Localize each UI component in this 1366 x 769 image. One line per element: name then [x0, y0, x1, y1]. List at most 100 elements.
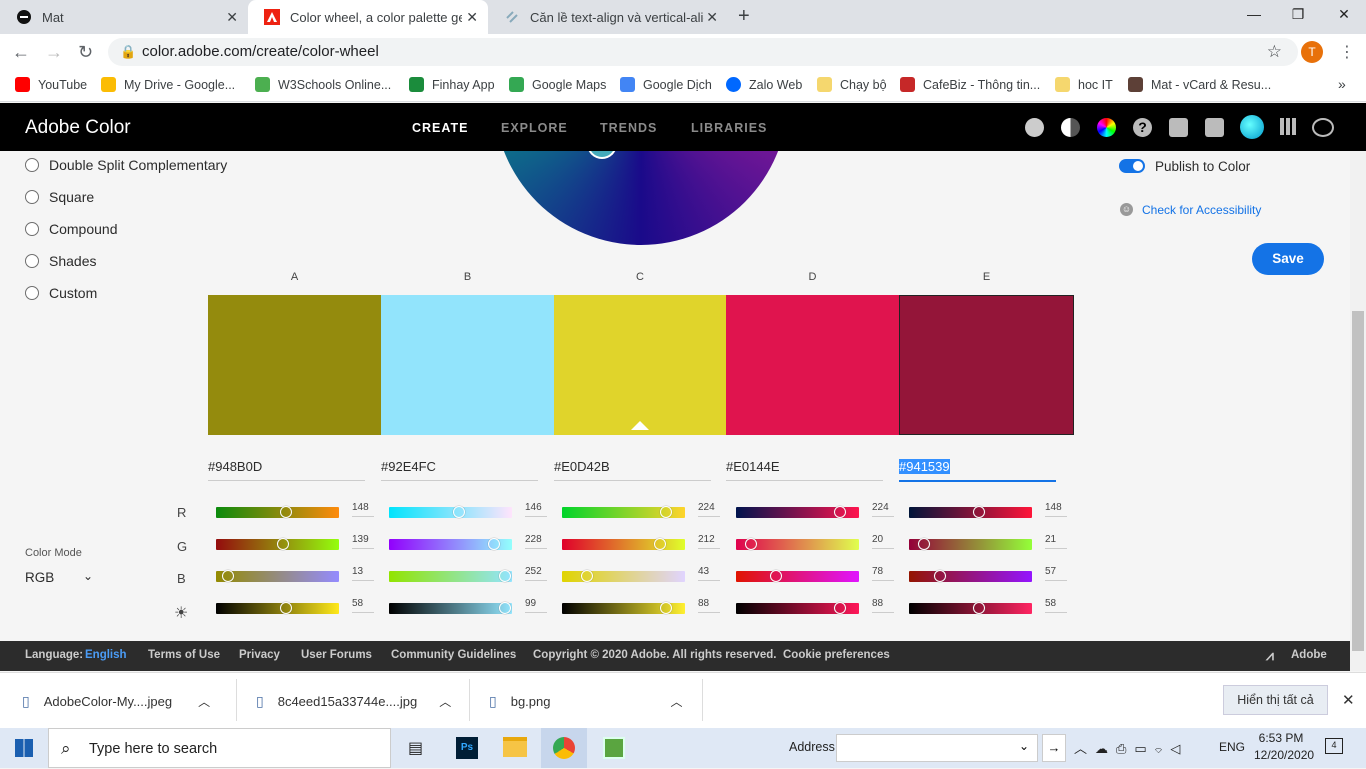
bookmark-finhay[interactable]: Finhay App	[409, 77, 495, 92]
slider-b-d[interactable]	[736, 570, 859, 582]
file-explorer-icon[interactable]	[503, 737, 527, 757]
slider-knob[interactable]	[498, 570, 511, 582]
download-item[interactable]: ▯ AdobeColor-My....jpeg ︿	[22, 693, 210, 710]
privacy-link[interactable]: Privacy	[239, 649, 280, 661]
slider-value-r[interactable]: 146	[525, 502, 547, 517]
slider-knob[interactable]	[488, 538, 501, 550]
slider-value-r[interactable]: 224	[872, 502, 894, 517]
slider-value-brightness[interactable]: 99	[525, 598, 547, 613]
bookmark-hoc-it[interactable]: hoc IT	[1055, 77, 1113, 92]
bookmark-zalo[interactable]: Zalo Web	[726, 77, 802, 92]
feedback-icon[interactable]	[1169, 118, 1188, 137]
slider-knob[interactable]	[973, 602, 986, 614]
bookmark-translate[interactable]: Google Dịch	[620, 77, 712, 92]
hex-input-c[interactable]: #E0D42B	[554, 459, 711, 481]
back-icon[interactable]: ←	[12, 42, 30, 63]
close-window-icon[interactable]: ✕	[1334, 6, 1354, 23]
close-tab-icon[interactable]: ✕	[706, 9, 718, 26]
slider-brightness-c[interactable]	[562, 602, 685, 614]
profile-avatar[interactable]: T	[1301, 41, 1323, 63]
slider-g-c[interactable]	[562, 538, 685, 550]
nav-explore[interactable]: EXPLORE	[501, 121, 568, 135]
save-button[interactable]: Save	[1252, 243, 1324, 275]
windows-start-icon[interactable]	[15, 739, 33, 757]
slider-knob[interactable]	[276, 538, 289, 550]
slider-knob[interactable]	[221, 570, 234, 582]
slider-value-brightness[interactable]: 88	[872, 598, 894, 613]
slider-brightness-b[interactable]	[389, 602, 512, 614]
slider-b-e[interactable]	[909, 570, 1032, 582]
slider-value-b[interactable]: 43	[698, 566, 720, 581]
hex-input-e[interactable]: #941539	[899, 459, 1056, 482]
bookmark-maps[interactable]: Google Maps	[509, 77, 606, 92]
nav-create[interactable]: CREATE	[412, 121, 468, 135]
slider-b-a[interactable]	[216, 570, 339, 582]
hex-input-d[interactable]: #E0144E	[726, 459, 883, 481]
forward-icon[interactable]: →	[45, 42, 63, 63]
restore-icon[interactable]: ❐	[1288, 6, 1308, 23]
slider-knob[interactable]	[659, 602, 672, 614]
adobe-brand[interactable]: Adobe	[1291, 649, 1327, 661]
more-bookmarks-icon[interactable]: »	[1338, 76, 1346, 92]
language-link[interactable]: English	[85, 649, 127, 661]
slider-value-g[interactable]: 212	[698, 534, 720, 549]
tab-mat[interactable]: Mat ✕	[0, 0, 248, 34]
slider-value-g[interactable]: 139	[352, 534, 374, 549]
chat-icon[interactable]	[1205, 118, 1224, 137]
chevron-up-icon[interactable]: ︿	[670, 693, 682, 710]
notepad-icon[interactable]	[603, 737, 625, 759]
notification-center-icon[interactable]: 4	[1325, 738, 1343, 754]
slider-r-e[interactable]	[909, 506, 1032, 518]
slider-value-r[interactable]: 148	[1045, 502, 1067, 517]
language-indicator[interactable]: ENG	[1219, 740, 1245, 754]
slider-g-e[interactable]	[909, 538, 1032, 550]
slider-knob[interactable]	[659, 506, 672, 518]
tab-text-align[interactable]: Căn lề text-align và vertical-align ✕	[488, 0, 728, 34]
menu-dots-icon[interactable]: ⋮	[1339, 42, 1355, 62]
slider-knob[interactable]	[833, 602, 846, 614]
color-swatch-e[interactable]	[899, 295, 1074, 435]
slider-knob[interactable]	[933, 570, 946, 582]
slider-knob[interactable]	[833, 506, 846, 518]
rule-double-split[interactable]: Double Split Complementary	[25, 157, 227, 173]
color-wheel-icon[interactable]	[1097, 118, 1116, 137]
slider-g-a[interactable]	[216, 538, 339, 550]
bookmark-star-icon[interactable]: ☆	[1267, 38, 1282, 66]
slider-value-b[interactable]: 13	[352, 566, 374, 581]
slider-g-d[interactable]	[736, 538, 859, 550]
chrome-taskbar-button[interactable]	[541, 728, 587, 768]
slider-r-a[interactable]	[216, 506, 339, 518]
bookmark-w3schools[interactable]: W3Schools Online...	[255, 77, 391, 92]
star-badge-icon[interactable]	[1025, 118, 1044, 137]
bookmark-drive[interactable]: My Drive - Google...	[101, 77, 235, 92]
user-forums-link[interactable]: User Forums	[301, 649, 372, 661]
slider-knob[interactable]	[744, 538, 757, 550]
scrollbar-thumb[interactable]	[1352, 311, 1364, 651]
rule-compound[interactable]: Compound	[25, 221, 118, 237]
go-arrow-icon[interactable]: →	[1042, 734, 1066, 762]
rule-custom[interactable]: Custom	[25, 285, 97, 301]
color-swatch-c[interactable]	[554, 295, 726, 435]
slider-brightness-a[interactable]	[216, 602, 339, 614]
close-downloads-icon[interactable]: ✕	[1342, 691, 1355, 709]
creative-cloud-icon[interactable]	[1312, 118, 1334, 137]
photoshop-icon[interactable]: Ps	[456, 737, 478, 759]
color-swatch-b[interactable]	[381, 295, 554, 435]
new-tab-icon[interactable]: +	[738, 5, 750, 28]
address-bar[interactable]: 🔒 color.adobe.com/create/color-wheel ☆	[108, 38, 1298, 66]
nav-libraries[interactable]: LIBRARIES	[691, 121, 767, 135]
slider-knob[interactable]	[769, 570, 782, 582]
rule-square[interactable]: Square	[25, 189, 94, 205]
close-tab-icon[interactable]: ✕	[226, 9, 238, 26]
hex-input-a[interactable]: #948B0D	[208, 459, 365, 481]
terms-link[interactable]: Terms of Use	[148, 649, 220, 661]
slider-value-b[interactable]: 78	[872, 566, 894, 581]
bookmark-chay-bo[interactable]: Chạy bộ	[817, 77, 887, 92]
rule-shades[interactable]: Shades	[25, 253, 96, 269]
chevron-up-icon[interactable]: ︿	[198, 693, 210, 710]
taskbar-search[interactable]: ⌕ Type here to search	[48, 728, 391, 768]
contrast-icon[interactable]	[1061, 118, 1080, 137]
reload-icon[interactable]: ↻	[78, 42, 93, 63]
address-toolbar-input[interactable]: ⌄	[836, 734, 1038, 762]
cookie-preferences-link[interactable]: Cookie preferences	[783, 649, 890, 661]
